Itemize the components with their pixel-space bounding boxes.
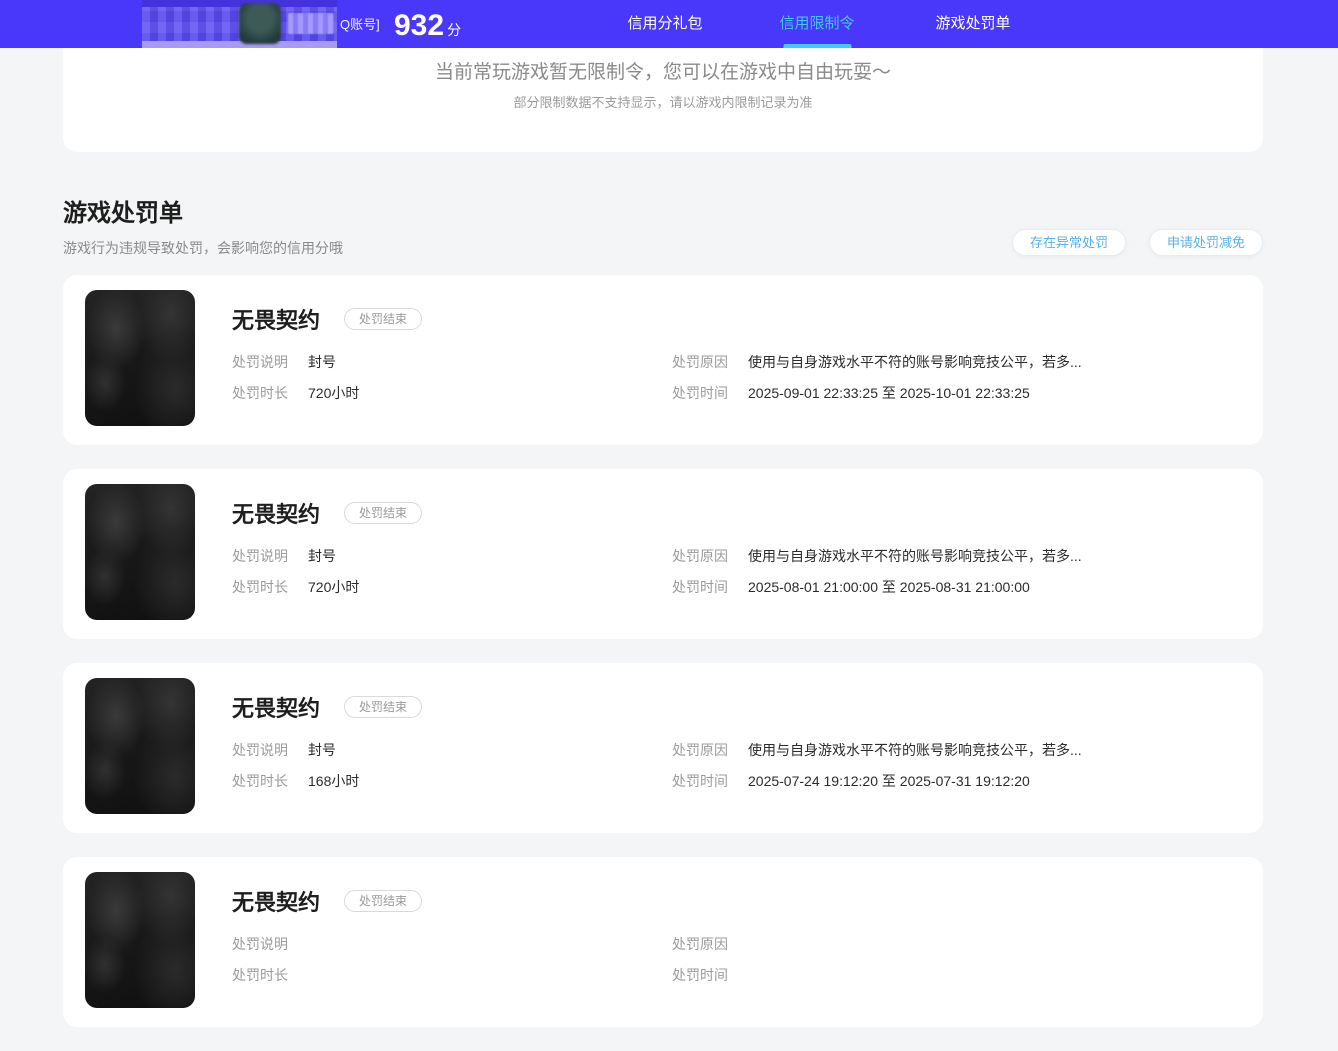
- game-title: 无畏契约: [232, 502, 321, 527]
- field-punishment-duration: 处罚时长: [232, 967, 672, 984]
- field-value: 2025-07-24 19:12:20 至 2025-07-31 19:12:2…: [748, 773, 1030, 789]
- field-value: 封号: [308, 354, 336, 370]
- game-thumbnail: [85, 872, 195, 1008]
- field-label: 处罚原因: [672, 548, 728, 564]
- punishment-card-content: 无畏契约 处罚结束 处罚说明 封号 处罚原因 使用与自身游戏水平不符的账号影响竞…: [232, 275, 1263, 445]
- status-badge: 处罚结束: [344, 502, 423, 524]
- field-punishment-reason: 处罚原因 使用与自身游戏水平不符的账号影响竞技公平，若多...: [672, 742, 1263, 759]
- field-label: 处罚说明: [232, 548, 288, 564]
- field-label: 处罚时长: [232, 385, 288, 401]
- field-label: 处罚时长: [232, 773, 288, 789]
- punishment-section-header: 游戏处罚单 游戏行为违规导致处罚，会影响您的信用分哦 存在异常处罚 申请处罚减免: [63, 198, 1263, 258]
- field-punishment-reason: 处罚原因 使用与自身游戏水平不符的账号影响竞技公平，若多...: [672, 548, 1263, 565]
- avatar: [239, 3, 281, 44]
- tab-credit-gift[interactable]: 信用分礼包: [627, 0, 702, 48]
- punishment-card-title-row: 无畏契约 处罚结束: [232, 304, 1263, 334]
- notice-title: 当前常玩游戏暂无限制令，您可以在游戏中自由玩耍～: [434, 62, 891, 83]
- censor-bottom-strip: [142, 41, 337, 48]
- punishment-card: 无畏契约 处罚结束 处罚说明 封号 处罚原因 使用与自身游戏水平不符的账号影响竞…: [63, 663, 1263, 833]
- punishment-card-title-row: 无畏契约 处罚结束: [232, 692, 1263, 722]
- top-nav-bar: Q账号] 932 分 信用分礼包 信用限制令 游戏处罚单: [0, 0, 1338, 48]
- credit-score: 932 分: [394, 0, 461, 48]
- punishment-card: 无畏契约 处罚结束 处罚说明 封号 处罚原因 使用与自身游戏水平不符的账号影响竞…: [63, 275, 1263, 445]
- field-punishment-time: 处罚时间 2025-08-01 21:00:00 至 2025-08-31 21…: [672, 579, 1263, 596]
- field-value: 封号: [308, 742, 336, 758]
- field-punishment-desc: 处罚说明 封号: [232, 742, 672, 759]
- game-title: 无畏契约: [232, 890, 321, 915]
- section-buttons: 存在异常处罚 申请处罚减免: [989, 229, 1263, 256]
- field-label: 处罚说明: [232, 354, 288, 370]
- field-value: 720小时: [308, 579, 360, 595]
- abnormal-punishment-button[interactable]: 存在异常处罚: [1011, 229, 1126, 256]
- status-badge: 处罚结束: [344, 890, 423, 912]
- punishment-card-title-row: 无畏契约 处罚结束: [232, 886, 1263, 916]
- game-thumbnail: [85, 678, 195, 814]
- field-punishment-duration: 处罚时长 720小时: [232, 385, 672, 402]
- credit-score-value: 932: [394, 9, 445, 42]
- field-punishment-desc: 处罚说明 封号: [232, 548, 672, 565]
- field-label: 处罚时间: [672, 773, 728, 789]
- punishment-reduction-button[interactable]: 申请处罚减免: [1148, 229, 1263, 256]
- credit-score-unit: 分: [447, 22, 462, 38]
- game-thumbnail: [85, 290, 195, 426]
- punishment-card-content: 无畏契约 处罚结束 处罚说明 封号 处罚原因 使用与自身游戏水平不符的账号影响竞…: [232, 469, 1263, 639]
- field-punishment-time: 处罚时间 2025-07-24 19:12:20 至 2025-07-31 19…: [672, 773, 1263, 790]
- game-thumbnail: [85, 484, 195, 620]
- field-punishment-duration: 处罚时长 720小时: [232, 579, 672, 596]
- field-label: 处罚说明: [232, 742, 288, 758]
- game-title: 无畏契约: [232, 308, 321, 333]
- game-title: 无畏契约: [232, 696, 321, 721]
- punishment-list: 无畏契约 处罚结束 处罚说明 封号 处罚原因 使用与自身游戏水平不符的账号影响竞…: [63, 275, 1263, 1051]
- punishment-card-title-row: 无畏契约 处罚结束: [232, 498, 1263, 528]
- field-value: 720小时: [308, 385, 360, 401]
- field-punishment-time: 处罚时间 2025-09-01 22:33:25 至 2025-10-01 22…: [672, 385, 1263, 402]
- tab-game-punishment[interactable]: 游戏处罚单: [935, 0, 1010, 48]
- field-label: 处罚时长: [232, 967, 288, 983]
- punishment-card-content: 无畏契约 处罚结束 处罚说明 处罚原因 处罚时长 处罚时间: [232, 857, 1263, 1027]
- punishment-card: 无畏契约 处罚结束 处罚说明 封号 处罚原因 使用与自身游戏水平不符的账号影响竞…: [63, 469, 1263, 639]
- field-value: 封号: [308, 548, 336, 564]
- field-value: 使用与自身游戏水平不符的账号影响竞技公平，若多...: [748, 548, 1082, 564]
- punishment-card-content: 无畏契约 处罚结束 处罚说明 封号 处罚原因 使用与自身游戏水平不符的账号影响竞…: [232, 663, 1263, 833]
- field-punishment-duration: 处罚时长 168小时: [232, 773, 672, 790]
- field-label: 处罚说明: [232, 936, 288, 952]
- punishment-fields: 处罚说明 处罚原因 处罚时长 处罚时间: [232, 936, 1263, 984]
- field-punishment-reason: 处罚原因 使用与自身游戏水平不符的账号影响竞技公平，若多...: [672, 354, 1263, 371]
- field-label: 处罚原因: [672, 742, 728, 758]
- field-label: 处罚原因: [672, 936, 728, 952]
- field-punishment-desc: 处罚说明: [232, 936, 672, 953]
- status-badge: 处罚结束: [344, 696, 423, 718]
- account-nickname-censored: [288, 13, 334, 34]
- field-punishment-reason: 处罚原因: [672, 936, 1263, 953]
- notice-subtitle: 部分限制数据不支持显示，请以游戏内限制记录为准: [513, 95, 813, 110]
- field-value: 2025-09-01 22:33:25 至 2025-10-01 22:33:2…: [748, 385, 1030, 401]
- field-label: 处罚原因: [672, 354, 728, 370]
- field-label: 处罚时间: [672, 967, 728, 983]
- account-type-suffix: Q账号]: [340, 17, 380, 32]
- field-punishment-time: 处罚时间: [672, 967, 1263, 984]
- account-info-censored: [142, 0, 337, 48]
- field-value: 使用与自身游戏水平不符的账号影响竞技公平，若多...: [748, 354, 1082, 370]
- field-value: 168小时: [308, 773, 360, 789]
- field-label: 处罚时间: [672, 579, 728, 595]
- punishment-card: 无畏契约 处罚结束 处罚说明 处罚原因 处罚时长 处罚时间: [63, 857, 1263, 1027]
- field-value: 2025-08-01 21:00:00 至 2025-08-31 21:00:0…: [748, 579, 1030, 595]
- field-label: 处罚时长: [232, 579, 288, 595]
- status-badge: 处罚结束: [344, 308, 423, 330]
- field-label: 处罚时间: [672, 385, 728, 401]
- punishment-fields: 处罚说明 封号 处罚原因 使用与自身游戏水平不符的账号影响竞技公平，若多... …: [232, 548, 1263, 596]
- field-value: 使用与自身游戏水平不符的账号影响竞技公平，若多...: [748, 742, 1082, 758]
- section-title: 游戏处罚单: [63, 200, 183, 227]
- field-punishment-desc: 处罚说明 封号: [232, 354, 672, 371]
- punishment-fields: 处罚说明 封号 处罚原因 使用与自身游戏水平不符的账号影响竞技公平，若多... …: [232, 742, 1263, 790]
- restriction-notice-card: 当前常玩游戏暂无限制令，您可以在游戏中自由玩耍～ 部分限制数据不支持显示，请以游…: [63, 48, 1263, 152]
- punishment-fields: 处罚说明 封号 处罚原因 使用与自身游戏水平不符的账号影响竞技公平，若多... …: [232, 354, 1263, 402]
- tab-credit-restriction[interactable]: 信用限制令: [779, 0, 854, 48]
